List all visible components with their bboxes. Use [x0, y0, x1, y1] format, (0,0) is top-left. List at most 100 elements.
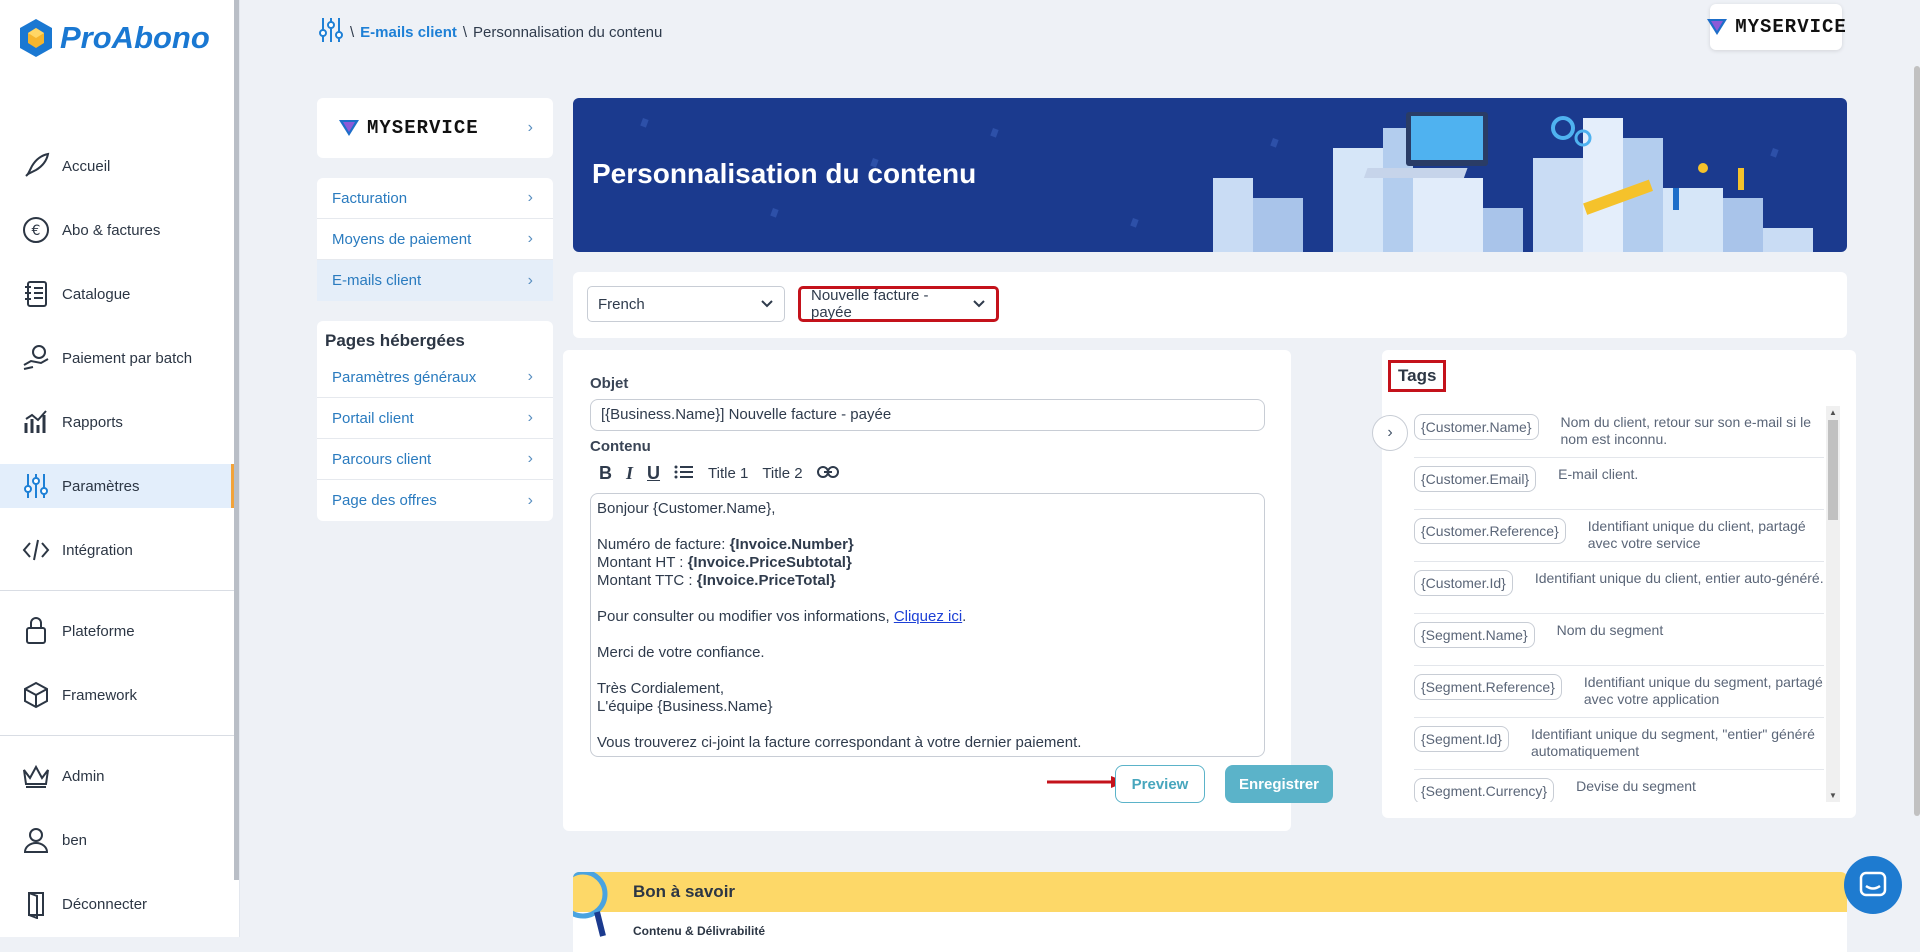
chevron-right-icon[interactable]: › — [1372, 415, 1408, 451]
content-editor[interactable]: Bonjour {Customer.Name}, Numéro de factu… — [590, 493, 1265, 757]
menu-item-moyens-paiement[interactable]: Moyens de paiement › — [317, 219, 553, 260]
tag-chip[interactable]: {Customer.Reference} — [1414, 518, 1566, 544]
chevron-down-icon — [760, 296, 774, 313]
chevron-right-icon: › — [527, 230, 533, 247]
save-button[interactable]: Enregistrer — [1225, 765, 1333, 803]
lock-icon — [20, 615, 52, 647]
chat-button[interactable] — [1844, 856, 1902, 914]
sidebar-item-abo-factures[interactable]: € Abo & factures — [0, 208, 236, 252]
sidebar-scrollbar[interactable] — [234, 0, 239, 880]
scroll-up-icon[interactable]: ▲ — [1829, 408, 1837, 417]
tag-row: {Segment.Reference} Identifiant unique du… — [1414, 666, 1824, 718]
sidebar-item-rapports[interactable]: Rapports — [0, 400, 236, 444]
sidebar-item-integration[interactable]: Intégration — [0, 528, 236, 572]
brand-switcher[interactable]: MYSERVICE — [1707, 4, 1846, 50]
cliquez-ici-link[interactable]: Cliquez ici — [894, 608, 962, 625]
tag-desc: E-mail client. — [1558, 466, 1639, 482]
preview-button[interactable]: Preview — [1115, 765, 1205, 803]
menu-item-portail-client[interactable]: Portail client › — [317, 398, 553, 439]
page-banner: Personnalisation du contenu — [573, 98, 1847, 252]
divider — [0, 735, 236, 736]
subject-input[interactable]: [{Business.Name}] Nouvelle facture - pay… — [590, 399, 1265, 431]
list-icon[interactable] — [674, 464, 694, 484]
tag-desc: Identifiant unique du client, partagé av… — [1587, 518, 1806, 551]
title1-button[interactable]: Title 1 — [708, 465, 748, 482]
magnifier-icon — [573, 872, 608, 937]
sidebar-item-label: Plateforme — [62, 622, 135, 640]
menu-item-emails-client[interactable]: E-mails client › — [317, 260, 553, 301]
body-line: Montant HT : {Invoice.PriceSubtotal} — [597, 554, 852, 571]
template-select[interactable]: Nouvelle facture - payée — [798, 286, 999, 322]
brand-name: MYSERVICE — [1735, 16, 1847, 38]
tag-chip[interactable]: {Segment.Name} — [1414, 622, 1535, 648]
tag-desc: Identifiant unique du segment, partagé a… — [1583, 674, 1823, 707]
sidebar-item-parametres[interactable]: Paramètres — [0, 464, 236, 508]
title2-button[interactable]: Title 2 — [762, 465, 802, 482]
sidebar-item-catalogue[interactable]: Catalogue — [0, 272, 236, 316]
info-card: Bon à savoir Contenu & Délivrabilité — [573, 872, 1847, 952]
chevron-right-icon: › — [527, 119, 533, 136]
hand-coin-icon — [20, 342, 52, 374]
link-icon[interactable] — [816, 465, 839, 483]
scroll-down-icon[interactable]: ▼ — [1829, 791, 1837, 800]
user-icon — [20, 824, 52, 856]
selector-bar: French Nouvelle facture - payée — [573, 272, 1847, 338]
body-line: Vous trouverez ci-joint la facture corre… — [597, 734, 1082, 751]
content-label: Contenu — [590, 438, 651, 455]
hexagon-logo-icon — [20, 19, 52, 57]
sidebar-item-framework[interactable]: Framework — [0, 673, 236, 717]
proabono-logo[interactable]: ProAbono — [18, 18, 210, 58]
sidebar-item-accueil[interactable]: Accueil — [0, 144, 236, 188]
tag-chip[interactable]: {Segment.Id} — [1414, 726, 1509, 752]
tags-title: Tags — [1388, 360, 1447, 392]
sidebar: ProAbono Accueil € Abo & factures Catalo… — [0, 0, 240, 937]
sidebar-item-label: Paramètres — [62, 477, 140, 495]
myservice-logo-icon — [1707, 19, 1728, 35]
tag-chip[interactable]: {Segment.Currency} — [1414, 778, 1555, 802]
menu-item-parametres-generaux[interactable]: Paramètres généraux › — [317, 357, 553, 398]
menu-item-parcours-client[interactable]: Parcours client › — [317, 439, 553, 480]
bold-button[interactable]: B — [599, 463, 612, 484]
tag-row: {Customer.Reference} Identifiant unique d… — [1414, 510, 1824, 562]
breadcrumb-link-emails[interactable]: E-mails client — [360, 24, 457, 41]
tag-desc: Nom du segment — [1556, 622, 1664, 638]
tags-scrollbar[interactable]: ▲ ▼ — [1826, 406, 1840, 802]
template-value: Nouvelle facture - payée — [811, 287, 929, 321]
tag-chip[interactable]: {Customer.Name} — [1414, 414, 1539, 440]
scroll-thumb[interactable] — [1828, 420, 1838, 520]
info-title: Bon à savoir — [573, 872, 1847, 912]
sidebar-item-label: Catalogue — [62, 285, 131, 303]
language-value: French — [598, 295, 645, 313]
body-line: Très Cordialement, — [597, 680, 724, 697]
divider — [0, 590, 236, 591]
sidebar-item-user[interactable]: ben — [0, 818, 236, 862]
tag-chip[interactable]: {Customer.Id} — [1414, 570, 1513, 596]
tag-chip[interactable]: {Customer.Email} — [1414, 466, 1537, 492]
tag-desc: Devise du segment — [1576, 778, 1696, 794]
tag-chip[interactable]: {Segment.Reference} — [1414, 674, 1562, 700]
menu-item-page-offres[interactable]: Page des offres › — [317, 480, 553, 521]
tag-row: {Segment.Name} Nom du segment — [1414, 614, 1824, 666]
chevron-right-icon: › — [527, 491, 533, 509]
sidebar-item-deconnecter[interactable]: Déconnecter — [0, 882, 236, 926]
sidebar-item-paiement-batch[interactable]: Paiement par batch — [0, 336, 236, 380]
language-select[interactable]: French — [587, 286, 785, 322]
sidebar-item-plateforme[interactable]: Plateforme — [0, 609, 236, 653]
page-scrollbar[interactable] — [1914, 66, 1920, 816]
menu-item-facturation[interactable]: Facturation › — [317, 178, 553, 219]
sidebar-item-admin[interactable]: Admin — [0, 754, 236, 798]
sliders-icon — [20, 470, 52, 502]
brand-card[interactable]: MYSERVICE › — [317, 98, 553, 158]
hosted-pages-menu: Pages hébergées Paramètres généraux › Por… — [317, 321, 553, 521]
italic-button[interactable]: I — [626, 463, 633, 484]
sidebar-item-label: Rapports — [62, 413, 123, 431]
body-line: Numéro de facture: {Invoice.Number} — [597, 536, 854, 553]
logo-text: ProAbono — [60, 20, 210, 55]
underline-button[interactable]: U — [647, 463, 660, 484]
breadcrumb-current: Personnalisation du contenu — [473, 23, 663, 41]
myservice-logo: MYSERVICE — [1705, 16, 1847, 38]
sliders-icon[interactable] — [318, 16, 344, 48]
myservice-logo-icon — [339, 120, 359, 136]
brand-name: MYSERVICE — [367, 117, 479, 139]
page-title: Personnalisation du contenu — [592, 158, 977, 189]
